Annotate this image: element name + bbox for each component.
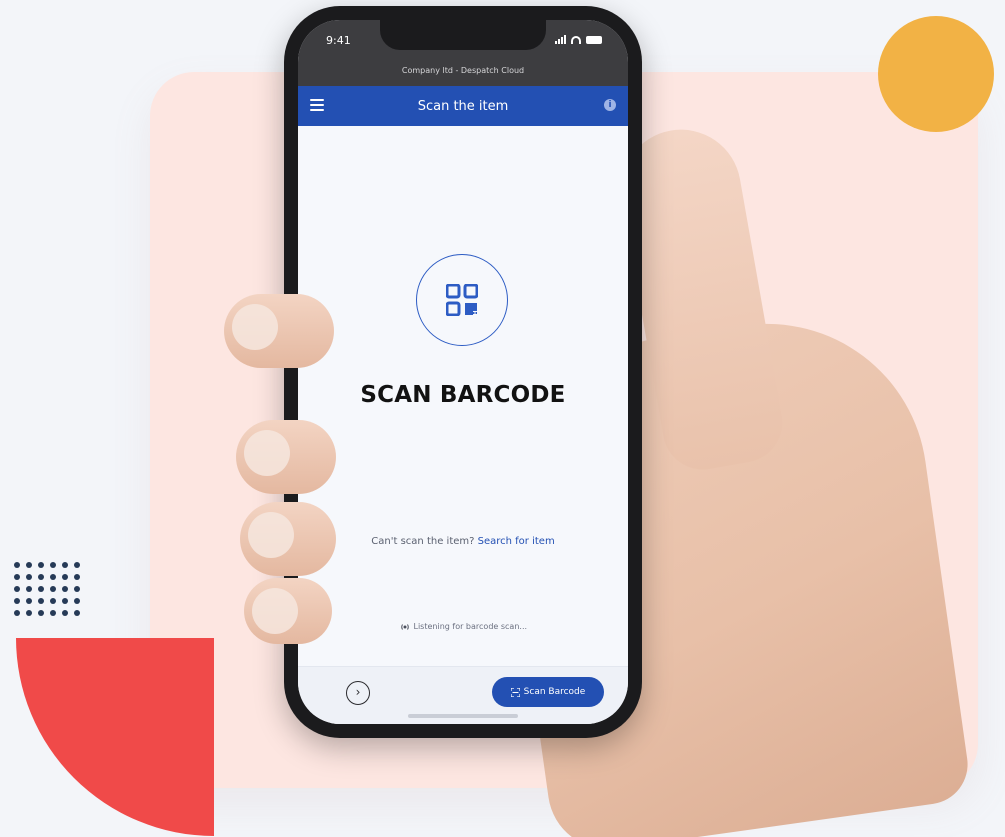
home-indicator xyxy=(408,714,518,718)
red-quarter-circle-decoration xyxy=(16,638,214,836)
qr-code-icon xyxy=(446,284,478,316)
dot-grid-decoration xyxy=(14,562,80,616)
scan-barcode-button-label: Scan Barcode xyxy=(523,687,586,697)
page-title: Scan the item xyxy=(417,98,509,114)
index-finger xyxy=(224,294,334,368)
little-finger xyxy=(244,578,332,644)
scan-barcode-button[interactable]: Scan Barcode xyxy=(492,677,604,707)
phone-device: 9:41 Company ltd - Despatch Cloud Scan t… xyxy=(284,6,642,738)
orange-circle-decoration xyxy=(878,16,994,132)
search-for-item-link[interactable]: Search for item xyxy=(478,536,555,547)
status-icons xyxy=(555,35,602,44)
cant-scan-label: Can't scan the item? xyxy=(371,536,475,547)
phone-screen: 9:41 Company ltd - Despatch Cloud Scan t… xyxy=(298,20,628,724)
phone-notch xyxy=(380,20,546,50)
ring-finger xyxy=(240,502,336,576)
battery-icon xyxy=(586,35,602,44)
scan-barcode-graphic xyxy=(416,254,508,346)
next-chevron-button[interactable]: › xyxy=(346,681,370,705)
hamburger-menu-icon[interactable] xyxy=(310,99,324,114)
bottom-action-bar: › Scan Barcode xyxy=(298,666,628,724)
listening-status: Listening for barcode scan... xyxy=(298,622,628,631)
broadcast-icon xyxy=(401,623,409,630)
company-name: Company ltd - Despatch Cloud xyxy=(401,66,525,75)
cant-scan-text: Can't scan the item? Search for item xyxy=(298,536,628,547)
app-header: Scan the item i xyxy=(298,86,628,126)
scan-frame-icon xyxy=(510,687,520,697)
status-time: 9:41 xyxy=(326,34,351,47)
middle-finger xyxy=(236,420,336,494)
signal-icon xyxy=(555,35,566,44)
info-icon[interactable]: i xyxy=(604,99,616,111)
listening-label: Listening for barcode scan... xyxy=(413,622,528,631)
scan-barcode-heading: SCAN BARCODE xyxy=(360,382,566,408)
wifi-icon xyxy=(571,35,581,44)
